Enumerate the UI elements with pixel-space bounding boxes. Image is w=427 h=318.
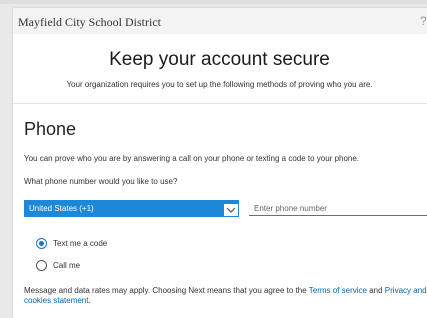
- country-select[interactable]: United States (+1): [24, 200, 239, 217]
- rates-disclaimer: Message and data rates may apply. Choosi…: [24, 286, 427, 306]
- option-text-me-code[interactable]: Text me a code: [36, 238, 107, 249]
- divider: [13, 103, 427, 104]
- method-description: You can prove who you are by answering a…: [24, 154, 360, 163]
- page-title: Keep your account secure: [109, 49, 330, 70]
- radio-unselected-icon[interactable]: [36, 260, 47, 271]
- setup-card: Mayfield City School District ? Keep you…: [13, 8, 427, 318]
- chevron-down-icon: [224, 203, 238, 216]
- radio-dot: [39, 241, 44, 246]
- phone-number-input[interactable]: [249, 201, 427, 216]
- option-call-me[interactable]: Call me: [36, 260, 80, 271]
- option-label: Call me: [53, 261, 81, 270]
- country-select-value: United States (+1): [29, 204, 94, 213]
- org-header: Mayfield City School District ?: [13, 8, 427, 34]
- option-label: Text me a code: [53, 239, 108, 248]
- method-title: Phone: [24, 119, 77, 139]
- background-strip: [0, 0, 427, 4]
- radio-selected-icon[interactable]: [36, 238, 47, 249]
- org-name: Mayfield City School District: [18, 15, 161, 29]
- disclaimer-text: Message and data rates may apply. Choosi…: [24, 286, 309, 295]
- disclaimer-and: and: [367, 286, 385, 295]
- page-subtitle: Your organization requires you to set up…: [66, 80, 373, 89]
- disclaimer-end: .: [88, 296, 91, 305]
- phone-question: What phone number would you like to use?: [24, 177, 178, 186]
- terms-of-service-link[interactable]: Terms of service: [309, 286, 367, 295]
- help-icon[interactable]: ?: [420, 14, 427, 28]
